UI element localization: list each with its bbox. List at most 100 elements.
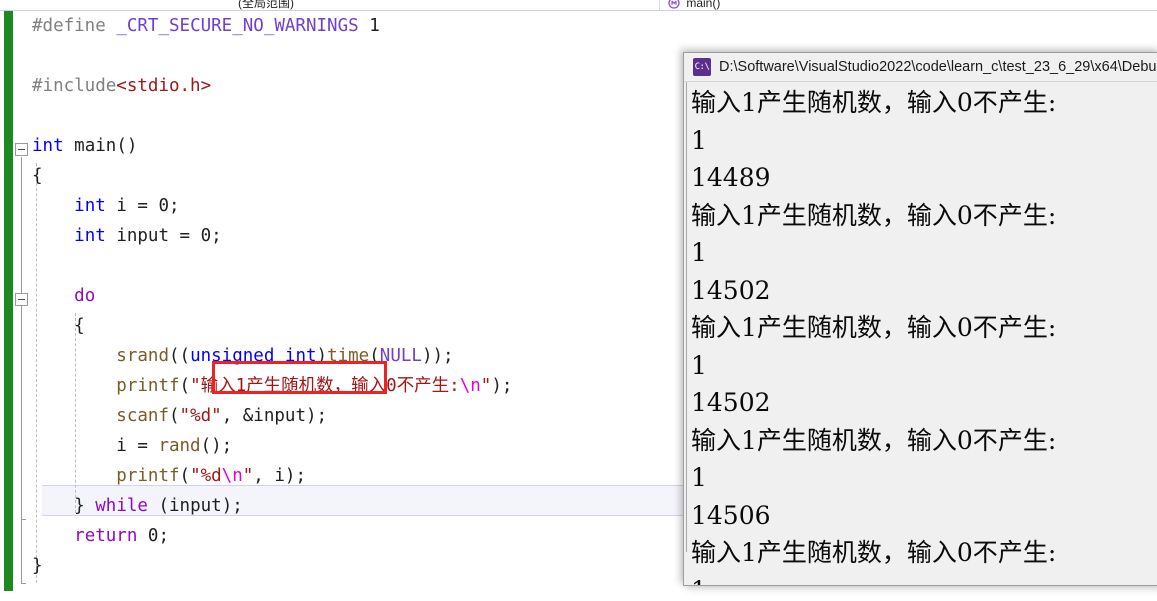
code-line[interactable]: #define _CRT_SECURE_NO_WARNINGS 1 [22, 11, 1152, 41]
code-token: 1 [369, 16, 380, 36]
console-window[interactable]: C:\ D:\Software\VisualStudio2022\code\le… [683, 52, 1157, 586]
code-token: printf [116, 376, 180, 396]
code-token: rand [158, 436, 201, 456]
console-line: 1 [691, 238, 707, 267]
change-tracking-bar [4, 11, 13, 591]
code-token: } [74, 496, 85, 516]
code-token: input [169, 496, 222, 516]
console-output[interactable]: 输入1产生随机数，输入0不产生: 1 14489 输入1产生随机数，输入0不产生: 1 1… [684, 81, 1157, 585]
console-line: 14502 [691, 275, 771, 305]
console-title: D:\Software\VisualStudio2022\code\learn_… [719, 59, 1157, 75]
code-token: = [126, 436, 159, 456]
scope-dropdown-value: (全局范围) [238, 0, 294, 10]
code-token: scanf [116, 406, 169, 426]
code-token: ; [169, 196, 180, 216]
code-token: \n [459, 376, 481, 396]
code-token: 0 [147, 526, 159, 546]
code-token: ( [179, 346, 191, 366]
code-token: NULL [379, 346, 422, 366]
member-dropdown[interactable]: main() [668, 0, 721, 10]
code-token: ( [369, 346, 380, 366]
code-token: int [74, 196, 106, 216]
console-line: 输入1产生随机数，输入0不产生: [691, 88, 1057, 117]
code-token: (); [200, 436, 233, 456]
code-token: ); [305, 406, 328, 426]
code-token: " [480, 376, 492, 396]
code-token: printf [116, 466, 180, 486]
code-token: "输入1产生随机数，输入0不产生: [190, 376, 460, 396]
console-left-rule [686, 82, 687, 552]
code-token: input [116, 226, 169, 246]
code-token: = [126, 196, 159, 216]
code-token: " [242, 466, 254, 486]
code-token: do [74, 286, 96, 306]
console-line: 1 [691, 463, 707, 492]
console-line: 1 [687, 572, 1157, 586]
code-token: <stdio.h> [116, 76, 212, 96]
console-line: 14506 [691, 500, 771, 530]
code-token: ; [158, 526, 170, 546]
code-token: input [253, 406, 306, 426]
scope-dropdown[interactable]: (全局范围) [0, 0, 660, 10]
visual-studio-window: (全局范围) main() #define _CRT_SECURE_NO_WAR… [0, 0, 1157, 601]
code-token: srand [116, 346, 169, 366]
member-dropdown-value: main() [686, 0, 721, 10]
code-token: } [32, 556, 43, 576]
code-token: { [74, 316, 85, 336]
code-token: \n [221, 466, 243, 486]
code-token: int [32, 136, 64, 156]
method-icon [668, 0, 680, 9]
console-line: 输入1产生随机数，输入0不产生: [691, 538, 1057, 567]
console-line: 输入1产生随机数，输入0不产生: [691, 425, 1057, 455]
code-token: i [116, 196, 127, 216]
console-line: 14489 [691, 163, 771, 192]
code-token: #include [32, 76, 117, 96]
console-titlebar[interactable]: C:\ D:\Software\VisualStudio2022\code\le… [684, 53, 1157, 81]
console-line: 输入1产生随机数，输入0不产生: [691, 200, 1057, 230]
code-token: = [169, 226, 201, 246]
code-token: ( [147, 496, 170, 516]
code-token: ) [316, 346, 328, 366]
code-token: int [284, 346, 317, 366]
console-line: 14502 [691, 388, 771, 417]
code-token: int [74, 226, 106, 246]
code-token: time [327, 346, 370, 366]
code-token: ( [179, 376, 191, 396]
code-token: ); [221, 496, 243, 516]
code-token: #define [32, 16, 106, 36]
code-token: i [116, 436, 127, 456]
code-token: , & [221, 406, 254, 426]
console-line: 输入1产生随机数，输入0不产生: [691, 313, 1057, 342]
code-token: { [32, 166, 43, 186]
editor-navigation-bar: (全局范围) main() [0, 0, 1157, 11]
code-token: 0 [200, 226, 212, 246]
code-token: ( [168, 406, 180, 426]
code-token: _CRT_SECURE_NO_WARNINGS [116, 16, 359, 36]
code-token: "%d [190, 466, 222, 486]
console-line: 1 [691, 350, 707, 380]
code-token: ( [168, 346, 180, 366]
code-token: ); [284, 466, 306, 486]
code-token: main [74, 136, 117, 156]
code-token: )); [421, 346, 454, 366]
console-app-icon: C:\ [693, 58, 711, 76]
console-line: 1 [691, 125, 707, 155]
code-token: ); [491, 376, 513, 396]
code-token: "%d" [179, 406, 222, 426]
